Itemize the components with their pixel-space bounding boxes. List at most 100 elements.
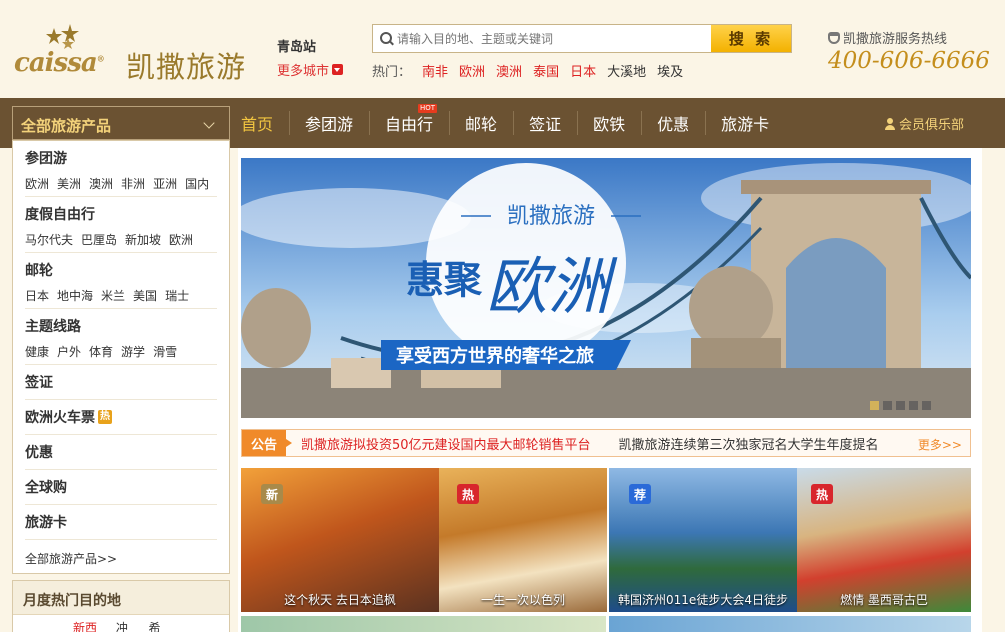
hot-link[interactable]: 日本 <box>570 61 596 80</box>
category-link[interactable]: 游学 <box>121 343 145 360</box>
carousel-dot[interactable] <box>896 401 905 410</box>
category-link[interactable]: 体育 <box>89 343 113 360</box>
category-title[interactable]: 旅游卡 <box>25 512 67 532</box>
banner-subline: 享受西方世界的奢华之旅 <box>396 345 594 367</box>
promo-tile-row2[interactable] <box>609 616 971 632</box>
carousel-dot[interactable] <box>909 401 918 410</box>
nav-item-free-travel[interactable]: 自由行 HOT <box>369 98 449 148</box>
hot-link[interactable]: 泰国 <box>533 61 559 80</box>
category-link[interactable]: 瑞士 <box>165 287 189 304</box>
category-link[interactable]: 户外 <box>57 343 81 360</box>
tile-caption: 一生一次以色列 <box>480 593 565 607</box>
destination-link[interactable]: 希腊 <box>148 619 169 632</box>
chevron-down-icon <box>203 117 215 129</box>
hot-tag: 热 <box>811 484 833 504</box>
category-link[interactable]: 地中海 <box>57 287 93 304</box>
category-link[interactable]: 欧洲 <box>169 231 193 248</box>
banner-headline-a: 惠聚 <box>406 258 483 302</box>
category-link[interactable]: 马尔代夫 <box>25 231 73 248</box>
current-city: 青岛站 <box>277 40 317 55</box>
caissa-logo[interactable]: caissa® 凯撒旅游 <box>14 24 264 84</box>
hot-link[interactable]: 澳洲 <box>496 61 522 80</box>
promo-tile[interactable]: 热 一生一次以色列 <box>439 468 607 612</box>
page: caissa® 凯撒旅游 青岛站 更多城市 搜 索 热门： 南非 欧洲 澳洲 泰… <box>0 0 1005 632</box>
hot-link[interactable]: 欧洲 <box>459 61 485 80</box>
all-products-link[interactable]: 全部旅游产品>> <box>25 540 217 567</box>
city-selector: 青岛站 更多城市 <box>277 36 344 79</box>
category-title[interactable]: 度假自由行 <box>25 204 217 224</box>
hot-tag: 热 <box>98 410 112 424</box>
destination-link[interactable]: 冲绳 <box>116 619 137 632</box>
banner-headline-b: 欧洲 <box>486 250 618 323</box>
hot-link[interactable]: 大溪地 <box>607 61 646 80</box>
promo-tile-row2[interactable] <box>241 616 606 632</box>
category-link[interactable]: 澳洲 <box>89 175 113 192</box>
category-link[interactable]: 美国 <box>133 287 157 304</box>
nav-items: 首页 参团游 自由行 HOT 邮轮 签证 欧铁 优惠 旅游卡 <box>230 98 785 148</box>
hot-link[interactable]: 南非 <box>422 61 448 80</box>
more-cities-label: 更多城市 <box>277 64 330 79</box>
phone-icon <box>828 31 840 44</box>
member-club-link[interactable]: 会员俱乐部 <box>885 114 964 133</box>
category-link[interactable]: 健康 <box>25 343 49 360</box>
all-products-menu[interactable]: 全部旅游产品 <box>12 106 230 140</box>
category-deals: 优惠 <box>25 435 217 470</box>
header: caissa® 凯撒旅游 青岛站 更多城市 搜 索 热门： 南非 欧洲 澳洲 泰… <box>0 0 1005 98</box>
category-link[interactable]: 亚洲 <box>153 175 177 192</box>
hot-badge: HOT <box>417 104 438 113</box>
hot-destinations-title: 月度热门目的地 <box>13 581 229 615</box>
category-title[interactable]: 主题线路 <box>25 316 217 336</box>
nav-item-travel-card[interactable]: 旅游卡 <box>705 98 785 148</box>
announcement-link[interactable]: 凯撒旅游连续第三次独家冠名大学生年度提名 <box>619 434 889 453</box>
category-title[interactable]: 签证 <box>25 372 53 392</box>
nav-item-deals[interactable]: 优惠 <box>641 98 705 148</box>
promo-tile[interactable]: 荐 韩国济州011e徒步大会4日徒步 <box>609 468 797 612</box>
hot-link[interactable]: 埃及 <box>657 61 683 80</box>
nav-item-visa[interactable]: 签证 <box>513 98 577 148</box>
hot-label: 热门： <box>372 65 412 80</box>
user-icon <box>885 117 895 130</box>
announcement-more-link[interactable]: 更多>> <box>918 436 962 453</box>
hot-searches: 热门： 南非 欧洲 澳洲 泰国 日本 大溪地 埃及 <box>372 61 683 80</box>
category-link[interactable]: 日本 <box>25 287 49 304</box>
search-box: 搜 索 <box>372 24 792 53</box>
nav-item-home[interactable]: 首页 <box>230 98 289 148</box>
hero-banner[interactable]: 凯撒旅游 惠聚 欧洲 享受西方世界的奢华之旅 <box>241 158 971 418</box>
category-title[interactable]: 邮轮 <box>25 260 217 280</box>
carousel-dot[interactable] <box>883 401 892 410</box>
hotline-number: 400-606-6666 <box>828 48 990 74</box>
category-title[interactable]: 全球购 <box>25 477 67 497</box>
category-link[interactable]: 巴厘岛 <box>81 231 117 248</box>
search-input[interactable] <box>397 25 711 52</box>
more-cities-link[interactable]: 更多城市 <box>277 60 344 79</box>
category-link[interactable]: 国内 <box>185 175 209 192</box>
category-visa: 签证 <box>25 365 217 400</box>
category-link[interactable]: 美洲 <box>57 175 81 192</box>
category-link[interactable]: 欧洲 <box>25 175 49 192</box>
nav-item-eurail[interactable]: 欧铁 <box>577 98 641 148</box>
tile-caption: 这个秋天 去日本追枫 <box>284 593 396 607</box>
promo-tile[interactable]: 新 这个秋天 去日本追枫 <box>241 468 439 612</box>
category-sidebar: 参团游 欧洲 美洲 澳洲 非洲 亚洲 国内 度假自由行 马尔代夫 巴厘岛 新加坡… <box>12 140 230 574</box>
destination-link[interactable]: 新西兰 <box>73 619 104 632</box>
member-club-label: 会员俱乐部 <box>899 118 965 133</box>
logo-text-en: caissa® <box>14 48 105 78</box>
carousel-dot[interactable] <box>870 401 879 410</box>
promo-tile[interactable]: 热 燃情 墨西哥古巴 <box>797 468 971 612</box>
carousel-dot[interactable] <box>922 401 931 410</box>
category-link[interactable]: 米兰 <box>101 287 125 304</box>
banner-brand: 凯撒旅游 <box>507 204 595 229</box>
search-button[interactable]: 搜 索 <box>711 25 791 52</box>
nav-item-cruise[interactable]: 邮轮 <box>449 98 513 148</box>
search-icon <box>373 25 397 52</box>
category-title[interactable]: 参团游 <box>25 148 217 168</box>
announcement-link[interactable]: 凯撒旅游拟投资50亿元建设国内最大邮轮销售平台 <box>301 434 591 453</box>
banner-image: 凯撒旅游 惠聚 欧洲 享受西方世界的奢华之旅 <box>241 158 971 418</box>
category-link[interactable]: 非洲 <box>121 175 145 192</box>
category-link[interactable]: 滑雪 <box>153 343 177 360</box>
category-title[interactable]: 欧洲火车票 热 <box>25 407 112 427</box>
category-link[interactable]: 新加坡 <box>125 231 161 248</box>
promo-tiles: 新 这个秋天 去日本追枫 热 一生一次以色列 荐 韩国济州011e徒步大会4日徒… <box>241 468 971 632</box>
category-title[interactable]: 优惠 <box>25 442 53 462</box>
nav-item-group-tour[interactable]: 参团游 <box>289 98 369 148</box>
